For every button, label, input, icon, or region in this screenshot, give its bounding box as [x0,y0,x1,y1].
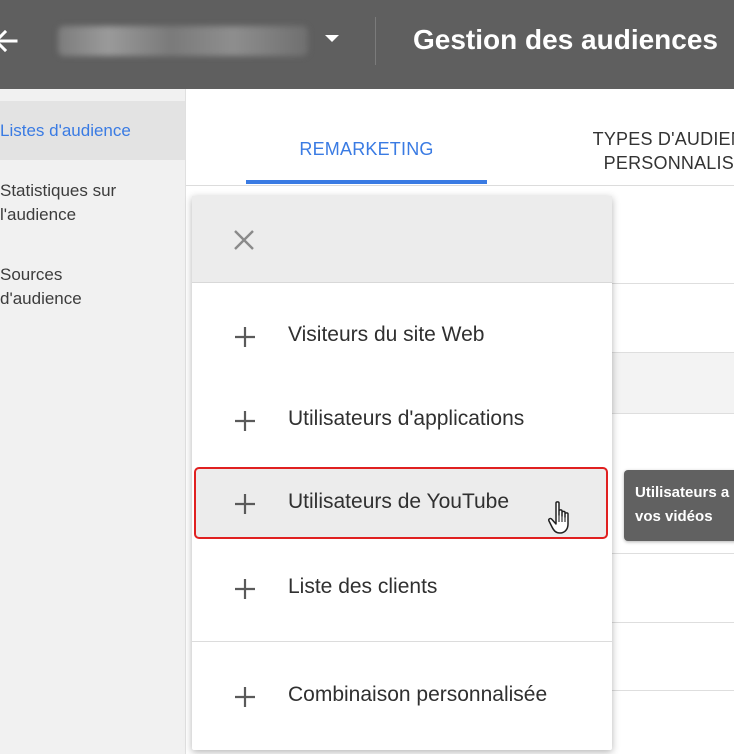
back-arrow-icon[interactable] [0,24,20,58]
close-icon[interactable] [230,226,258,254]
plus-icon [235,327,255,347]
add-audience-menu: Visiteurs du site Web Utilisateurs d'app… [192,196,612,750]
sidebar-item-label: d'audience [0,289,82,308]
table-row-divider [610,622,734,623]
active-tab-indicator [246,180,487,184]
plus-icon [235,579,255,599]
top-app-bar: Gestion des audiences [0,0,734,89]
tooltip: Utilisateurs a vos vidéos [624,470,734,541]
menu-item-website-visitors[interactable]: Visiteurs du site Web [192,300,612,372]
menu-item-custom-combination[interactable]: Combinaison personnalisée [192,660,612,732]
tab-label: REMARKETING [299,139,434,159]
header-divider [375,17,376,65]
tooltip-text: Utilisateurs a [635,484,730,501]
sidebar-divider [185,89,186,754]
menu-divider [192,641,612,642]
sidebar-item-label: l'audience [0,205,77,224]
sidebar-item-audience-sources[interactable]: Sources d'audience [0,263,185,315]
menu-item-label: Utilisateurs de YouTube [288,490,510,513]
menu-item-app-users[interactable]: Utilisateurs d'applications [192,384,612,456]
plus-icon [235,687,255,707]
tab-custom-audiences[interactable]: TYPES D'AUDIENCE PERSONNALISÉS [581,127,734,175]
table-row-divider [610,283,734,284]
tab-label: TYPES D'AUDIENCE [592,129,734,149]
dropdown-arrow-icon[interactable] [325,35,339,42]
menu-item-label: Combinaison personnalisée [288,683,548,706]
page-title: Gestion des audiences [413,24,718,55]
sidebar: Listes d'audience Statistiques sur l'aud… [0,89,185,754]
menu-header [192,196,612,283]
tab-bar: REMARKETING TYPES D'AUDIENCE PERSONNALIS… [186,89,734,186]
table-row-divider [610,690,734,691]
sidebar-item-label: Statistiques sur [0,181,117,200]
tab-label: PERSONNALISÉS [603,153,734,173]
tab-remarketing[interactable]: REMARKETING [246,139,487,160]
tooltip-text: vos vidéos [635,508,713,525]
hand-cursor-icon [548,501,569,534]
menu-item-label: Utilisateurs d'applications [288,407,525,430]
plus-icon [235,494,255,514]
sidebar-item-label: Listes d'audience [0,121,131,140]
menu-item-label: Liste des clients [288,575,438,598]
plus-icon [235,411,255,431]
menu-item-label: Visiteurs du site Web [288,323,485,346]
sidebar-item-label: Sources [0,265,63,284]
table-row-divider [610,553,734,554]
account-selector[interactable] [58,26,308,56]
table-header-band [610,352,734,414]
sidebar-item-audience-lists[interactable]: Listes d'audience [0,101,185,160]
menu-item-customer-list[interactable]: Liste des clients [192,552,612,624]
sidebar-item-audience-insights[interactable]: Statistiques sur l'audience [0,179,185,231]
